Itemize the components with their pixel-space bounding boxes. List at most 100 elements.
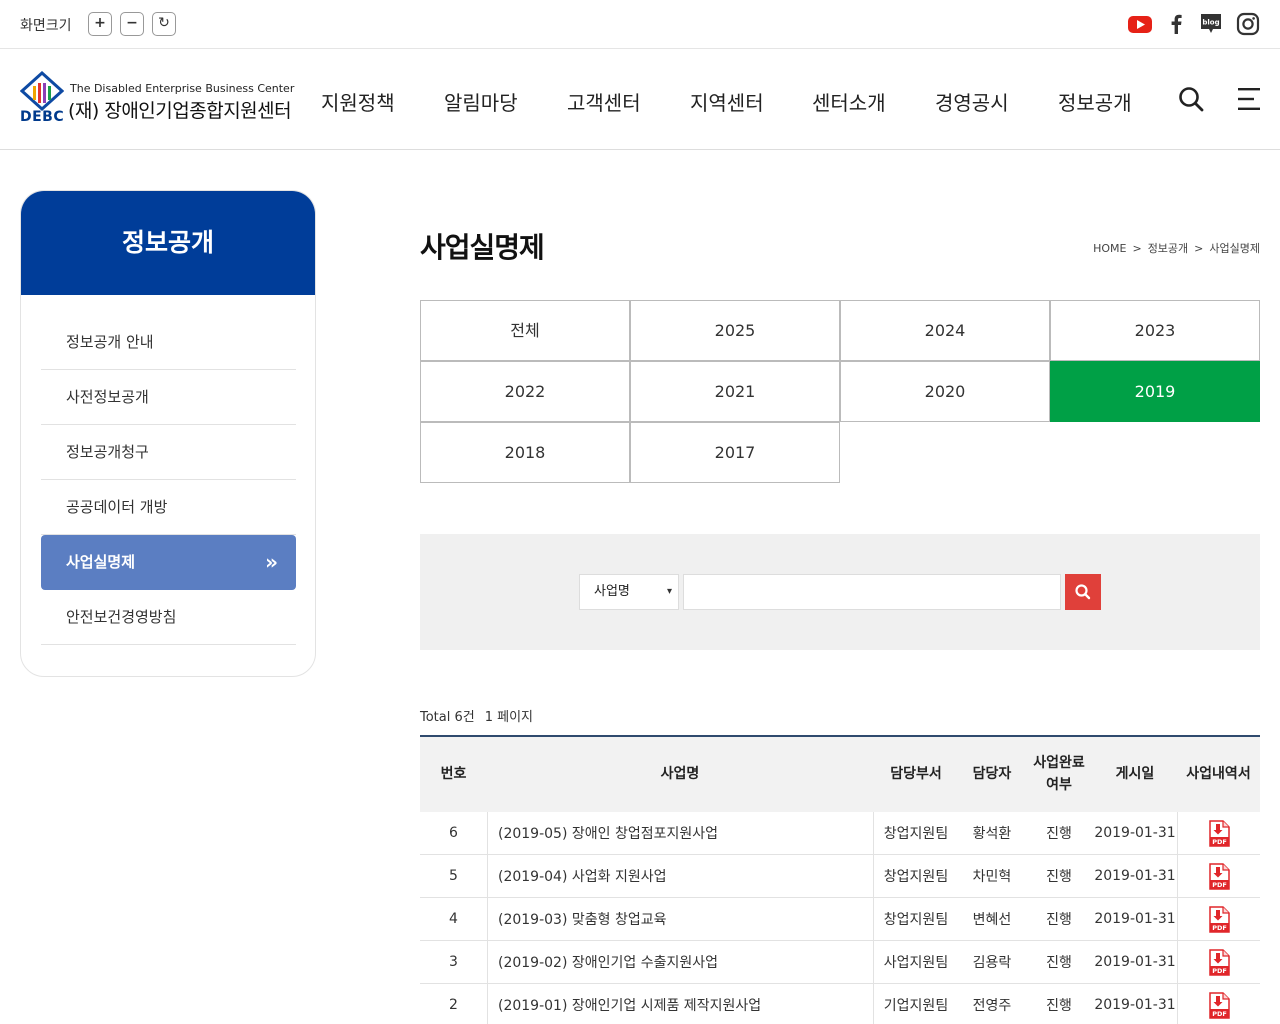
side-menu-item-business-realname[interactable]: 사업실명제 »: [41, 535, 296, 590]
cell-dept: 사업지원팀: [883, 955, 949, 971]
cell-status: 진행: [1046, 869, 1072, 885]
svg-text:PDF: PDF: [1212, 838, 1227, 846]
year-filter-tabs: 전체 2025 2024 2023 2022 2021 2020 2019 20…: [420, 300, 1260, 484]
breadcrumb-home[interactable]: HOME: [1093, 242, 1126, 255]
cell-name[interactable]: (2019-02) 장애인기업 수출지원사업: [487, 941, 873, 983]
zoom-label: 화면크기: [20, 18, 72, 34]
search-field-select[interactable]: 사업명 ▾: [579, 574, 679, 610]
nav-item-customer[interactable]: 고객센터: [567, 87, 641, 116]
side-menu-item-safety-policy[interactable]: 안전보건경영방침: [41, 590, 296, 645]
cell-dept: 기업지원팀: [883, 998, 949, 1014]
search-input[interactable]: [683, 574, 1061, 610]
cell-date: 2019-01-31: [1094, 868, 1176, 884]
utility-bar: 화면크기 + − ↻ blog: [0, 0, 1280, 49]
cell-name[interactable]: (2019-03) 맞춤형 창업교육: [487, 898, 873, 940]
cell-manager: 김용락: [972, 955, 1012, 971]
side-menu-item-guide[interactable]: 정보공개 안내: [41, 315, 296, 370]
column-header-dept: 담당부서: [890, 765, 942, 782]
svg-text:blog: blog: [1202, 19, 1219, 27]
cell-dept: 창업지원팀: [883, 869, 949, 885]
pdf-icon: PDF: [1208, 948, 1230, 976]
chevron-down-icon: ▾: [666, 586, 672, 597]
menu-icon[interactable]: [1236, 85, 1264, 113]
cell-name[interactable]: (2019-01) 장애인기업 시제품 제작지원사업: [487, 984, 873, 1024]
site-header: The Disabled Enterprise Business Center …: [0, 49, 1280, 150]
pdf-icon: PDF: [1208, 905, 1230, 933]
facebook-icon[interactable]: [1163, 11, 1189, 37]
nav-item-notice[interactable]: 알림마당: [444, 87, 518, 116]
page-title: 사업실명제: [420, 231, 545, 264]
cell-name[interactable]: (2019-04) 사업화 지원사업: [487, 855, 873, 897]
cell-status: 진행: [1046, 912, 1072, 928]
year-tab-all[interactable]: 전체: [420, 300, 630, 361]
year-tab-2025[interactable]: 2025: [630, 300, 840, 361]
total-count: Total 6건: [420, 710, 475, 725]
table-row: 3 (2019-02) 장애인기업 수출지원사업 사업지원팀 김용락 진행 2019-01…: [420, 941, 1260, 984]
pdf-icon: PDF: [1208, 991, 1230, 1019]
pdf-download-button[interactable]: PDF: [1177, 812, 1260, 854]
business-table: 번호 사업명 담당부서 담당자 사업완료 여부 게시일 사업내역서 6 (2019…: [420, 735, 1260, 1024]
svg-text:PDF: PDF: [1212, 881, 1227, 889]
year-tab-2022[interactable]: 2022: [420, 361, 630, 422]
double-chevron-right-icon: »: [265, 550, 278, 574]
year-tab-2017[interactable]: 2017: [630, 422, 840, 483]
column-header-manager: 담당자: [972, 765, 1012, 782]
year-tab-2023[interactable]: 2023: [1050, 300, 1260, 361]
pdf-icon: PDF: [1208, 862, 1230, 890]
search-icon[interactable]: [1177, 85, 1205, 113]
breadcrumb-current: 사업실명제: [1209, 242, 1260, 255]
cell-name[interactable]: (2019-05) 장애인 창업점포지원사업: [487, 812, 873, 854]
svg-text:PDF: PDF: [1212, 1010, 1227, 1018]
svg-text:PDF: PDF: [1212, 967, 1227, 975]
column-header-status: 사업완료 여부: [1033, 754, 1085, 793]
table-header: 번호 사업명 담당부서 담당자 사업완료 여부 게시일 사업내역서: [420, 735, 1260, 812]
cell-no: 4: [449, 911, 458, 927]
youtube-icon[interactable]: [1127, 11, 1153, 37]
cell-no: 3: [449, 954, 458, 970]
nav-item-policy[interactable]: 지원정책: [321, 87, 395, 116]
side-menu-list: 정보공개 안내 사전정보공개 정보공개청구 공공데이터 개방 사업실명제 » 안…: [41, 315, 296, 645]
table-row: 6 (2019-05) 장애인 창업점포지원사업 창업지원팀 황석환 진행 2019-01…: [420, 812, 1260, 855]
cell-manager: 전영주: [972, 998, 1012, 1014]
year-tab-2019[interactable]: 2019: [1050, 361, 1260, 422]
cell-status: 진행: [1046, 826, 1072, 842]
zoom-reset-button[interactable]: ↻: [152, 12, 176, 36]
pdf-download-button[interactable]: PDF: [1177, 941, 1260, 983]
logo-english-name: The Disabled Enterprise Business Center: [70, 82, 295, 95]
year-tab-2021[interactable]: 2021: [630, 361, 840, 422]
pdf-download-button[interactable]: PDF: [1177, 898, 1260, 940]
year-tab-2020[interactable]: 2020: [840, 361, 1050, 422]
nav-item-information[interactable]: 정보공개: [1058, 87, 1132, 116]
table-row: 2 (2019-01) 장애인기업 시제품 제작지원사업 기업지원팀 전영주 진행 201…: [420, 984, 1260, 1024]
side-menu-item-request[interactable]: 정보공개청구: [41, 425, 296, 480]
breadcrumb-section[interactable]: 정보공개: [1148, 242, 1188, 255]
nav-item-disclosure[interactable]: 경영공시: [935, 87, 1009, 116]
search-field-selected: 사업명: [594, 584, 630, 599]
cell-manager: 차민혁: [972, 869, 1012, 885]
column-header-name: 사업명: [660, 765, 700, 782]
blog-icon[interactable]: blog: [1198, 11, 1224, 37]
cell-manager: 변혜선: [972, 912, 1012, 928]
table-body: 6 (2019-05) 장애인 창업점포지원사업 창업지원팀 황석환 진행 2019-01…: [420, 812, 1260, 1024]
table-row: 4 (2019-03) 맞춤형 창업교육 창업지원팀 변혜선 진행 2019-01-31 P…: [420, 898, 1260, 941]
cell-status: 진행: [1046, 955, 1072, 971]
cell-dept: 창업지원팀: [883, 826, 949, 842]
nav-item-about[interactable]: 센터소개: [812, 87, 886, 116]
year-tab-2018[interactable]: 2018: [420, 422, 630, 483]
instagram-icon[interactable]: [1235, 11, 1261, 37]
side-menu-title: 정보공개: [21, 191, 315, 295]
pdf-download-button[interactable]: PDF: [1177, 855, 1260, 897]
site-logo[interactable]: The Disabled Enterprise Business Center …: [18, 69, 294, 131]
zoom-out-button[interactable]: −: [120, 12, 144, 36]
cell-dept: 창업지원팀: [883, 912, 949, 928]
search-panel: 사업명 ▾: [420, 534, 1260, 650]
nav-item-regional[interactable]: 지역센터: [690, 87, 764, 116]
column-header-report: 사업내역서: [1186, 765, 1251, 782]
zoom-in-button[interactable]: +: [88, 12, 112, 36]
side-menu-item-label: 사업실명제: [66, 553, 136, 571]
pdf-download-button[interactable]: PDF: [1177, 984, 1260, 1024]
year-tab-2024[interactable]: 2024: [840, 300, 1050, 361]
search-button[interactable]: [1065, 574, 1101, 610]
side-menu-item-pre-disclosure[interactable]: 사전정보공개: [41, 370, 296, 425]
side-menu-item-public-data[interactable]: 공공데이터 개방: [41, 480, 296, 535]
